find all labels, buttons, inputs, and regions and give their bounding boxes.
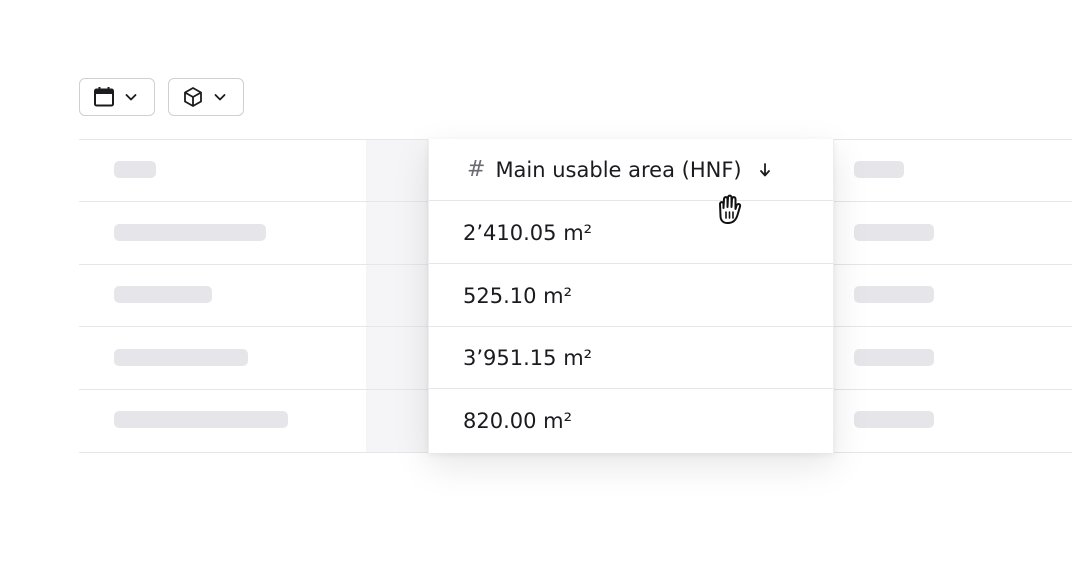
column-drop-placeholder [366, 139, 429, 453]
skeleton-header-right [854, 161, 904, 178]
skeleton-cell-right [854, 411, 934, 428]
number-type-icon: # [467, 157, 486, 182]
chevron-down-icon [124, 90, 138, 104]
column-header[interactable]: # Main usable area (HNF) [429, 139, 833, 201]
chevron-down-icon [213, 90, 227, 104]
date-filter-button[interactable] [79, 78, 155, 116]
dragged-column[interactable]: # Main usable area (HNF) 2’410.05 m² 525… [428, 139, 834, 453]
skeleton-cell-right [854, 286, 934, 303]
table-cell: 3’951.15 m² [429, 327, 833, 389]
skeleton-cell-right [854, 349, 934, 366]
skeleton-cell-left [114, 224, 266, 241]
table-cell: 525.10 m² [429, 265, 833, 327]
calendar-icon [92, 85, 116, 109]
grab-cursor-icon [714, 190, 754, 230]
table-cell: 820.00 m² [463, 409, 573, 433]
skeleton-header-left [114, 161, 156, 178]
object-filter-button[interactable] [168, 78, 244, 116]
table-cell: 2’410.05 m² [429, 202, 833, 264]
cube-icon [181, 85, 205, 109]
column-header-label: Main usable area (HNF) [495, 157, 742, 182]
skeleton-cell-left [114, 286, 212, 303]
skeleton-cell-right [854, 224, 934, 241]
skeleton-cell-left [114, 349, 248, 366]
sort-descending-icon[interactable] [758, 162, 772, 178]
skeleton-cell-left [114, 411, 288, 428]
